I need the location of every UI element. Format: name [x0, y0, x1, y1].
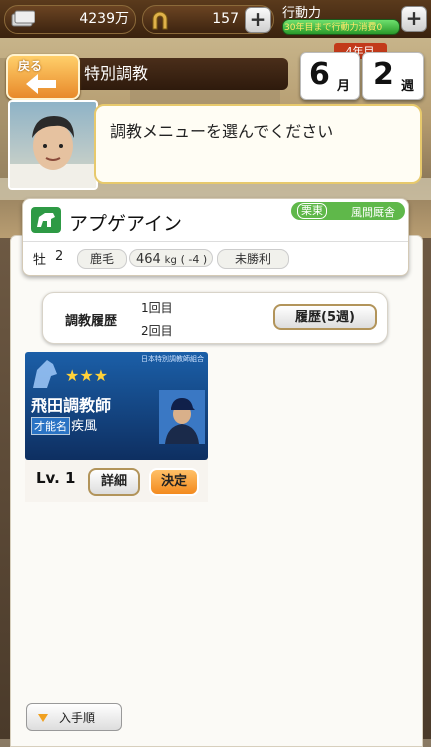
trainer-card-image[interactable]: 日本特別調教師組合 ★★★ 飛田調教師 才能名 疾風 — [25, 352, 208, 460]
week-value: 2 — [373, 57, 394, 92]
decide-button[interactable]: 決定 — [149, 468, 199, 496]
horseshoe-icon — [149, 9, 171, 31]
horse-name: アプゲアイン — [69, 213, 183, 235]
coat-tag: 鹿毛 — [77, 249, 127, 269]
training-history-box: 調教履歴 1回目 2回目 履歴(5週) — [42, 292, 388, 344]
history-first: 1回目 — [141, 301, 173, 315]
weight-value: 464 — [136, 252, 161, 267]
action-power-display: 行動力 30年目まで行動力消費0 + — [280, 2, 430, 36]
add-horseshoe-button[interactable]: + — [245, 7, 271, 33]
trainer-level: Lv. 1 — [36, 469, 76, 487]
horse-age: 2 — [55, 249, 64, 264]
back-button[interactable]: 戻る — [6, 54, 80, 100]
horse-head-icon — [29, 358, 61, 396]
trainer-portrait — [159, 390, 205, 448]
horseshoe-count: 157 — [212, 11, 239, 27]
horseshoe-display: 157 + — [142, 5, 274, 34]
month-value: 6 — [309, 57, 330, 92]
trainer-name: 飛田調教師 — [31, 396, 112, 415]
rarity-stars: ★★★ — [65, 366, 109, 385]
advisor-message: 調教メニューを選んでください — [94, 104, 422, 184]
region-label: 栗東 — [297, 203, 327, 219]
stable-name: 風間厩舎 — [351, 206, 395, 219]
sort-arrow-icon — [37, 709, 49, 728]
horse-sex: 牡 — [33, 253, 47, 268]
history-second: 2回目 — [141, 324, 173, 338]
sort-label: 入手順 — [59, 711, 96, 725]
stable-badge: 栗東 風間厩舎 — [291, 202, 405, 220]
add-action-button[interactable]: + — [401, 6, 427, 32]
money-icon — [11, 10, 36, 28]
history-button[interactable]: 履歴(5週) — [273, 304, 377, 330]
action-note: 30年目まで行動力消費0 — [284, 23, 383, 33]
horse-icon — [31, 207, 61, 233]
weight-change: ( -4 ) — [180, 253, 208, 266]
page-title: 特別調教 — [60, 58, 288, 90]
money-display: 4239万 — [4, 5, 136, 34]
week-calendar: 2 週 — [362, 52, 424, 100]
talent-label: 才能名 — [31, 417, 70, 435]
month-unit: 月 — [337, 79, 351, 94]
weight-unit: kg — [164, 255, 177, 266]
sort-button[interactable]: 入手順 — [26, 703, 122, 731]
money-value: 4239万 — [79, 11, 129, 27]
horse-info-card[interactable]: アプゲアイン 栗東 風間厩舎 牡 2 鹿毛 464 kg ( -4 ) 未勝利 — [22, 198, 409, 276]
card-badge: 日本特別調教師組合 — [141, 355, 204, 363]
talent-name: 疾風 — [71, 419, 98, 434]
week-unit: 週 — [401, 79, 415, 94]
detail-button[interactable]: 詳細 — [88, 468, 140, 496]
history-label: 調教履歴 — [65, 314, 118, 329]
weight-tag: 464 kg ( -4 ) — [129, 249, 213, 267]
record-tag: 未勝利 — [217, 249, 289, 269]
month-calendar: 6 月 — [300, 52, 360, 100]
back-arrow-icon — [22, 70, 62, 98]
advisor-avatar — [8, 100, 98, 190]
